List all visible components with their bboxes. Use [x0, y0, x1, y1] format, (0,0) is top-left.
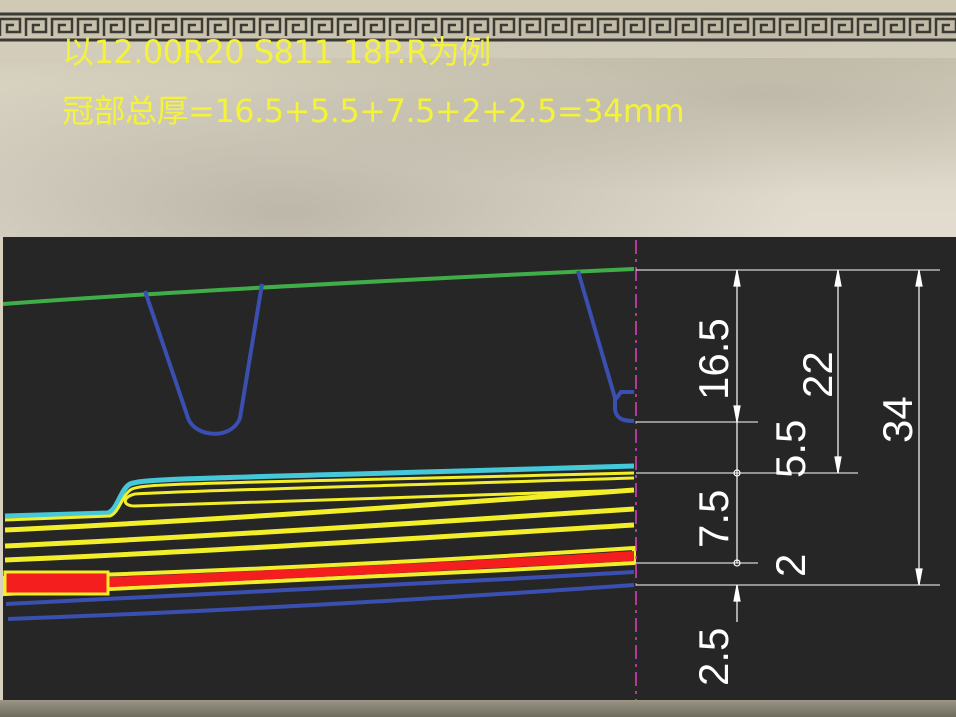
belt-2	[4, 487, 635, 533]
tread-surface-line	[3, 267, 635, 306]
dim-label-16-5: 16.5	[690, 318, 737, 400]
ply-end-block	[3, 570, 110, 596]
dim-label-5-5: 5.5	[767, 420, 814, 478]
slide-title-tire-spec: 以12.00R20 S811 18P.R为例	[62, 33, 491, 71]
dim-label-2: 2	[767, 554, 814, 577]
dim-label-7-5: 7.5	[690, 490, 737, 548]
dim-label-22: 22	[794, 351, 841, 398]
tread-groove-right-half	[576, 270, 635, 423]
dim-label-2-5: 2.5	[690, 628, 737, 686]
belt-1-fold-cyan	[4, 463, 635, 519]
slide-title-crown-thickness-formula: 冠部总厚=16.5+5.5+7.5+2+2.5=34mm	[62, 92, 685, 130]
tread-groove-left	[143, 283, 264, 436]
cad-drawing-svg: 16.5 5.5 7.5 2 2.5 22 34	[3, 240, 940, 717]
dimension-lines	[733, 269, 923, 622]
tire-crown-cross-section-drawing: 16.5 5.5 7.5 2 2.5 22 34	[3, 237, 956, 717]
slide-bottom-decoration	[0, 700, 956, 717]
dim-label-34: 34	[874, 396, 921, 443]
